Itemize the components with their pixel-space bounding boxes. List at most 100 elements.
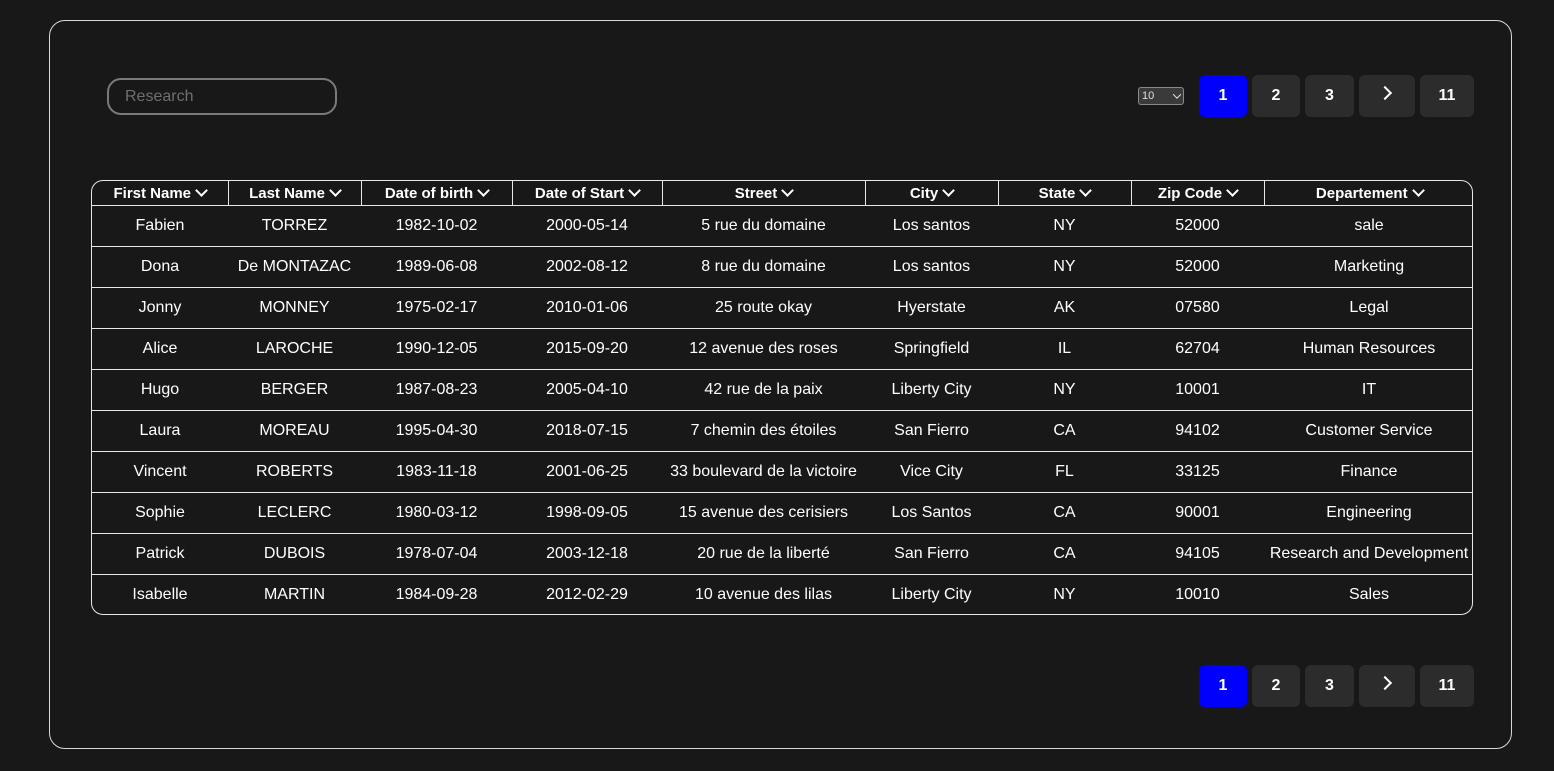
sort-chevron-down-icon <box>477 184 491 197</box>
table-cell: 52000 <box>1131 205 1264 247</box>
page-button-3[interactable]: 3 <box>1305 75 1354 117</box>
table-cell: 20 rue de la liberté <box>662 533 865 575</box>
employee-table: First Name Last Name Date of birth Date of … <box>91 180 1473 615</box>
last-page-button[interactable]: 11 <box>1420 665 1474 707</box>
table-cell: 1978-07-04 <box>361 533 512 575</box>
page-size-select[interactable]: 10 <box>1138 87 1184 105</box>
last-page-button[interactable]: 11 <box>1420 75 1474 117</box>
search-input[interactable] <box>107 78 337 115</box>
table-cell: 2005-04-10 <box>512 369 662 411</box>
table-row: Jonny MONNEY 1975-02-17 2010-01-06 25 route … <box>92 287 1472 329</box>
employee-list-card: 10 1 2 3 11 First Name Last Name Date of b… <box>49 20 1512 749</box>
column-header-first-name[interactable]: First Name <box>92 181 229 206</box>
table-cell: 1989-06-08 <box>361 246 512 288</box>
column-header-label: Date of birth <box>384 184 474 202</box>
table-cell: Research and Development <box>1264 533 1472 575</box>
table-cell: NY <box>998 369 1131 411</box>
sort-chevron-down-icon <box>942 184 956 197</box>
table-cell: AK <box>998 287 1131 329</box>
table-cell: 1998-09-05 <box>512 492 662 534</box>
table-cell: 1987-08-23 <box>361 369 512 411</box>
column-header-street[interactable]: Street <box>662 181 866 206</box>
table-cell: 1995-04-30 <box>361 410 512 452</box>
column-header-city[interactable]: City <box>865 181 999 206</box>
table-cell: LECLERC <box>228 492 361 534</box>
table-cell: Los santos <box>865 246 998 288</box>
table-cell: LAROCHE <box>228 328 361 370</box>
table-cell: De MONTAZAC <box>228 246 361 288</box>
table-cell: San Fierro <box>865 410 998 452</box>
table-cell: 1990-12-05 <box>361 328 512 370</box>
table-cell: 1982-10-02 <box>361 205 512 247</box>
column-header-departement[interactable]: Departement <box>1264 181 1472 206</box>
table-cell: CA <box>998 533 1131 575</box>
column-header-date-of-start[interactable]: Date of Start <box>512 181 663 206</box>
table-cell: 15 avenue des cerisiers <box>662 492 865 534</box>
column-header-label: Last Name <box>249 184 325 202</box>
table-cell: NY <box>1053 586 1076 603</box>
table-cell: 2003-12-18 <box>512 533 662 575</box>
column-header-content: First Name <box>113 184 208 202</box>
table-cell: 2012-02-29 <box>546 586 628 603</box>
table-cell: Finance <box>1264 451 1472 493</box>
table-cell: NY <box>998 246 1131 288</box>
column-header-label: Date of Start <box>534 184 625 202</box>
table-cell: 2010-01-06 <box>512 287 662 329</box>
column-header-content: Street <box>735 184 795 202</box>
table-row: Vincent ROBERTS 1983-11-18 2001-06-25 33 bou… <box>92 451 1472 493</box>
column-header-content: Departement <box>1316 184 1425 202</box>
table-row: Alice LAROCHE 1990-12-05 2015-09-20 12 avenu… <box>92 328 1472 370</box>
table-cell: 52000 <box>1131 246 1264 288</box>
table-cell: Fabien <box>92 205 228 247</box>
table-row: Sophie LECLERC 1980-03-12 1998-09-05 15 aven… <box>92 492 1472 534</box>
table-cell: Legal <box>1264 287 1472 329</box>
table-cell: Jonny <box>92 287 228 329</box>
table-row: Patrick DUBOIS 1978-07-04 2003-12-18 20 rue … <box>92 533 1472 575</box>
table-row: Fabien TORREZ 1982-10-02 2000-05-14 5 rue du… <box>92 205 1472 247</box>
table-cell: 1980-03-12 <box>361 492 512 534</box>
table-cell: MARTIN <box>263 586 326 603</box>
column-header-state[interactable]: State <box>998 181 1132 206</box>
table-cell: MONNEY <box>228 287 361 329</box>
chevron-down-icon <box>1172 90 1182 99</box>
table-cell: 8 rue du domaine <box>662 246 865 288</box>
table-cell: 94105 <box>1131 533 1264 575</box>
table-cell: ROBERTS <box>228 451 361 493</box>
column-header-last-name[interactable]: Last Name <box>228 181 362 206</box>
table-cell: 2018-07-15 <box>512 410 662 452</box>
page-size-value: 10 <box>1142 90 1155 102</box>
table-cell: CA <box>998 410 1131 452</box>
table-cell: IL <box>998 328 1131 370</box>
table-cell: Dona <box>92 246 228 288</box>
column-header-date-of-birth[interactable]: Date of birth <box>361 181 513 206</box>
next-page-button[interactable] <box>1359 75 1415 117</box>
table-cell: Sales <box>1348 586 1390 603</box>
table-cell: San Fierro <box>865 533 998 575</box>
page-button-1[interactable]: 1 <box>1199 75 1247 117</box>
table-cell: 07580 <box>1131 287 1264 329</box>
page-button-2[interactable]: 2 <box>1252 665 1300 707</box>
table-cell: 1983-11-18 <box>361 451 512 493</box>
table-cell: Los santos <box>865 205 998 247</box>
table-cell: 94102 <box>1131 410 1264 452</box>
column-header-label: First Name <box>113 184 192 202</box>
table-cell: Liberty City <box>865 369 998 411</box>
page-button-1[interactable]: 1 <box>1199 665 1247 707</box>
next-page-button[interactable] <box>1359 665 1415 707</box>
table-cell: Sophie <box>92 492 228 534</box>
sort-chevron-down-icon <box>781 184 795 197</box>
table-cell: IT <box>1264 369 1472 411</box>
page-button-3[interactable]: 3 <box>1305 665 1354 707</box>
table-cell: 25 route okay <box>662 287 865 329</box>
table-cell: Laura <box>92 410 228 452</box>
table-cell: 2000-05-14 <box>512 205 662 247</box>
table-cell: Customer Service <box>1264 410 1472 452</box>
table-cell: Alice <box>92 328 228 370</box>
table-cell: Engineering <box>1264 492 1472 534</box>
table-row: Hugo BERGER 1987-08-23 2005-04-10 42 rue de … <box>92 369 1472 411</box>
table-cell: 10010 <box>1175 586 1220 603</box>
table-cell: 1975-02-17 <box>361 287 512 329</box>
column-header-content: City <box>910 184 956 202</box>
column-header-zip-code[interactable]: Zip Code <box>1131 181 1265 206</box>
page-button-2[interactable]: 2 <box>1252 75 1300 117</box>
